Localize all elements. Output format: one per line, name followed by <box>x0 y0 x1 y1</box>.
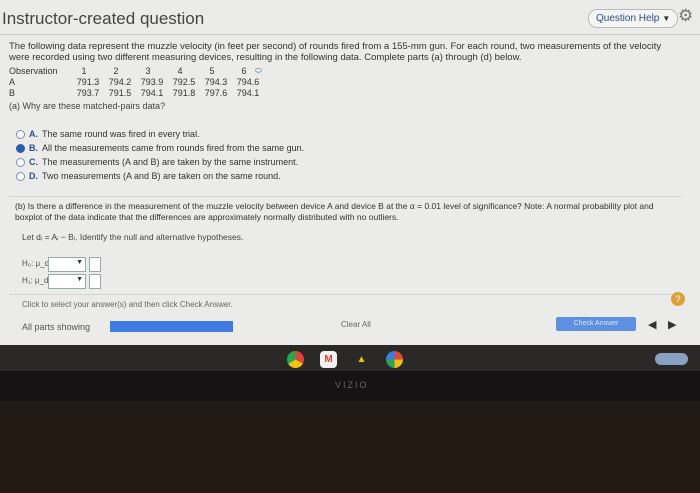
radio-button[interactable] <box>16 158 25 168</box>
help-icon[interactable]: ? <box>671 292 685 306</box>
drive-icon[interactable]: ▲ <box>353 351 370 368</box>
observation-label: Observation <box>9 66 58 76</box>
parts-progress-bar <box>110 321 233 332</box>
bottom-toolbar: All parts showing Clear All Check Answer… <box>0 312 700 345</box>
obs-header: 2 <box>113 66 119 76</box>
part-b-question: (b) Is there a difference in the measure… <box>15 201 654 222</box>
table-cell: 792.5 <box>172 77 196 87</box>
page-title: Instructor-created question <box>2 9 205 28</box>
section-divider <box>9 196 681 197</box>
table-cell: 794.3 <box>204 77 228 87</box>
header-divider <box>0 34 700 35</box>
monitor-bezel: VIZIO <box>0 371 700 401</box>
progress-fill <box>110 321 233 332</box>
all-parts-label: All parts showing <box>22 322 91 332</box>
choice-letter: A. <box>29 129 38 139</box>
clear-all-button[interactable]: Clear All <box>341 320 371 329</box>
h0-label: H₀: μ_d <box>22 259 50 268</box>
gear-icon[interactable]: ⚙ <box>678 6 693 26</box>
question-header: Instructor-created question Question Hel… <box>0 0 700 36</box>
table-cell: 793.9 <box>140 77 164 87</box>
radio-button[interactable] <box>16 130 25 140</box>
photos-icon[interactable] <box>386 351 403 368</box>
chevron-down-icon: ▼ <box>76 259 83 266</box>
table-cell: 791.3 <box>76 77 100 87</box>
choice-text: The same round was fired in every trial. <box>42 129 200 139</box>
check-answer-button[interactable]: Check Answer <box>556 317 636 331</box>
radio-button-selected[interactable] <box>16 144 25 154</box>
chrome-icon[interactable] <box>287 351 304 368</box>
table-cell: 794.1 <box>140 88 164 98</box>
hypothesis-instruction: Let dᵢ = Aᵢ − Bᵢ. Identify the null and … <box>22 232 244 242</box>
footer-divider <box>9 294 681 295</box>
choice-letter: D. <box>29 171 38 181</box>
table-cell: 791.8 <box>172 88 196 98</box>
desk-background <box>0 401 700 493</box>
previous-arrow-icon[interactable]: ◀ <box>648 318 656 331</box>
question-help-label: Question Help <box>596 13 660 24</box>
h0-value-input[interactable] <box>89 257 101 272</box>
choice-letter: B. <box>29 143 38 153</box>
monitor-brand: VIZIO <box>335 380 369 390</box>
copy-data-icon[interactable]: ⬭ <box>255 66 262 76</box>
browser-screen: Instructor-created question Question Hel… <box>0 0 700 345</box>
choice-b[interactable]: B. All the measurements came from rounds … <box>16 143 304 157</box>
choice-text: The measurements (A and B) are taken by … <box>42 157 299 167</box>
h0-operator-dropdown[interactable]: ▼ <box>48 257 86 272</box>
choice-text: Two measurements (A and B) are taken on … <box>42 171 281 181</box>
obs-header: 4 <box>177 66 183 76</box>
row-label-b: B <box>9 88 16 98</box>
table-cell: 794.6 <box>236 77 260 87</box>
h1-operator-dropdown[interactable]: ▼ <box>48 274 86 289</box>
system-tray[interactable] <box>655 353 688 365</box>
table-cell: 794.2 <box>108 77 132 87</box>
table-cell: 793.7 <box>76 88 100 98</box>
next-arrow-icon[interactable]: ▶ <box>668 318 676 331</box>
chevron-down-icon: ▼ <box>662 14 671 23</box>
table-cell: 794.1 <box>236 88 260 98</box>
instruction-hint: Click to select your answer(s) and then … <box>22 300 233 309</box>
table-cell: 791.5 <box>108 88 132 98</box>
choice-c[interactable]: C. The measurements (A and B) are taken b… <box>16 157 298 171</box>
choice-text: All the measurements came from rounds fi… <box>42 143 305 153</box>
question-help-button[interactable]: Question Help ▼ <box>588 9 679 28</box>
part-a-question: (a) Why are these matched-pairs data? <box>9 101 166 111</box>
obs-header: 1 <box>81 66 87 76</box>
choice-letter: C. <box>29 157 38 167</box>
choice-d[interactable]: D. Two measurements (A and B) are taken o… <box>16 171 281 185</box>
gmail-icon[interactable]: M <box>320 351 337 368</box>
h1-value-input[interactable] <box>89 274 101 289</box>
question-intro: The following data represent the muzzle … <box>9 41 662 63</box>
obs-header: 5 <box>209 66 215 76</box>
h1-label: H₁: μ_d <box>22 276 49 285</box>
chevron-down-icon: ▼ <box>76 276 83 283</box>
choice-a[interactable]: A. The same round was fired in every tria… <box>16 129 200 143</box>
obs-header: 3 <box>145 66 151 76</box>
row-label-a: A <box>9 77 16 87</box>
table-cell: 797.6 <box>204 88 228 98</box>
taskbar: M ▲ <box>0 345 700 371</box>
radio-button[interactable] <box>16 172 25 182</box>
